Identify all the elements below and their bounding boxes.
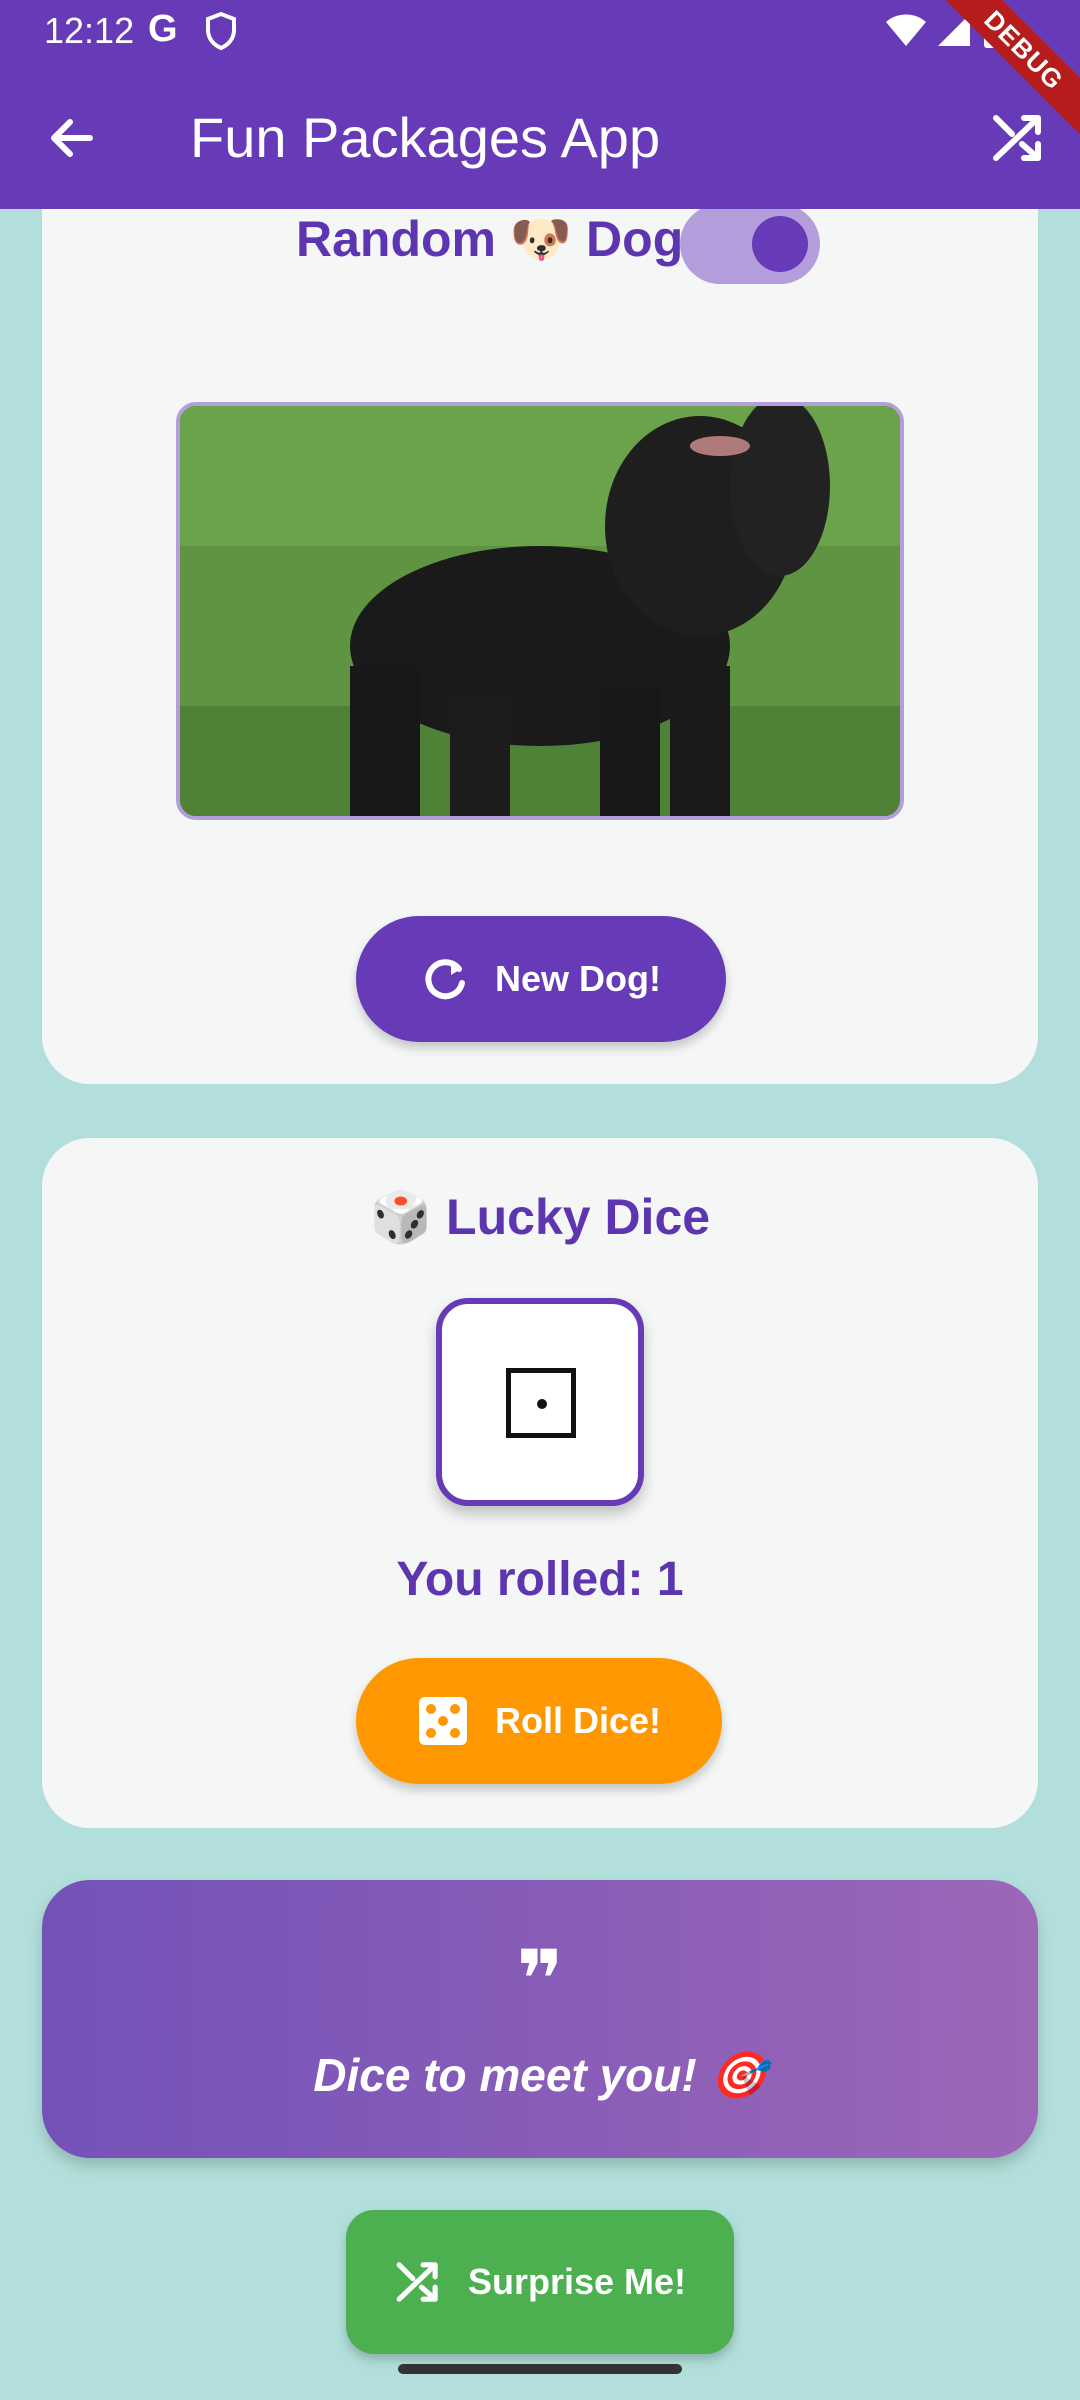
dog-card-title: Random 🐶 Dog (296, 211, 684, 267)
google-icon: G (148, 8, 178, 50)
roll-dice-button-label: Roll Dice! (494, 1700, 662, 1741)
shuffle-icon (394, 2258, 442, 2306)
home-indicator[interactable] (398, 2364, 682, 2374)
surprise-me-label: Surprise Me! (467, 2261, 687, 2302)
quote-icon: ❞ (516, 1935, 564, 2024)
status-bar: 12:12 G (0, 0, 1080, 62)
shield-icon (206, 11, 236, 55)
toggle-knob (752, 216, 808, 272)
random-dog-card: Random 🐶 Dog New Dog! (42, 140, 1038, 1084)
die-pip (537, 1399, 547, 1409)
surprise-me-button[interactable]: Surprise Me! (346, 2210, 734, 2354)
dice-card-title: 🎲 Lucky Dice (369, 1189, 711, 1245)
status-time: 12:12 (44, 10, 135, 51)
roll-dice-button[interactable]: Roll Dice! (356, 1658, 722, 1784)
quote-card: ❞ Dice to meet you! 🎯 (42, 1880, 1038, 2158)
lucky-dice-card: 🎲 Lucky Dice You rolled: 1 Roll Dice! (42, 1138, 1038, 1828)
app-title: Fun Packages App (190, 106, 661, 169)
arrow-back-icon[interactable] (44, 110, 100, 166)
wifi-icon (884, 12, 928, 53)
quote-text: Dice to meet you! 🎯 (313, 2049, 767, 2101)
new-dog-button-label: New Dog! (495, 958, 661, 999)
dice-five-icon (417, 1695, 469, 1747)
refresh-icon (421, 955, 469, 1003)
die-display (436, 1298, 644, 1506)
dog-toggle-switch[interactable] (680, 204, 820, 284)
new-dog-button[interactable]: New Dog! (356, 916, 726, 1042)
rolled-result-text: You rolled: 1 (396, 1553, 684, 1606)
die-face-icon (506, 1368, 576, 1438)
dog-photo (176, 402, 904, 820)
shuffle-icon[interactable] (990, 110, 1046, 166)
app-bar: 12:12 G DEBUG Fun Packages App (0, 0, 1080, 209)
